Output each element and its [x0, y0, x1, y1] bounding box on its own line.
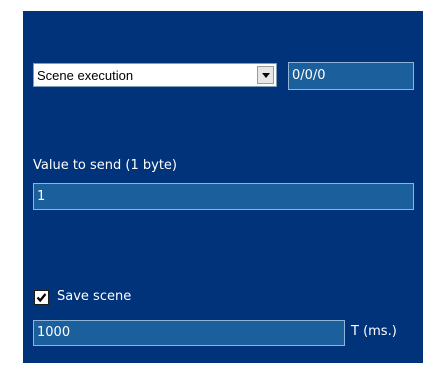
save-scene-label: Save scene [57, 289, 132, 304]
time-field[interactable]: 1000 [33, 320, 345, 346]
save-scene-checkbox[interactable] [34, 290, 49, 305]
group-address-field[interactable]: 0/0/0 [288, 62, 414, 90]
scene-type-selected-value: Scene execution [37, 68, 134, 83]
chevron-down-icon [262, 73, 270, 78]
dropdown-button[interactable] [257, 66, 274, 84]
value-to-send-label: Value to send (1 byte) [33, 158, 177, 173]
time-unit-label: T (ms.) [351, 324, 397, 339]
value-to-send-field[interactable]: 1 [33, 183, 414, 210]
scene-type-select[interactable]: Scene execution [33, 63, 277, 87]
checkmark-icon [36, 293, 47, 303]
